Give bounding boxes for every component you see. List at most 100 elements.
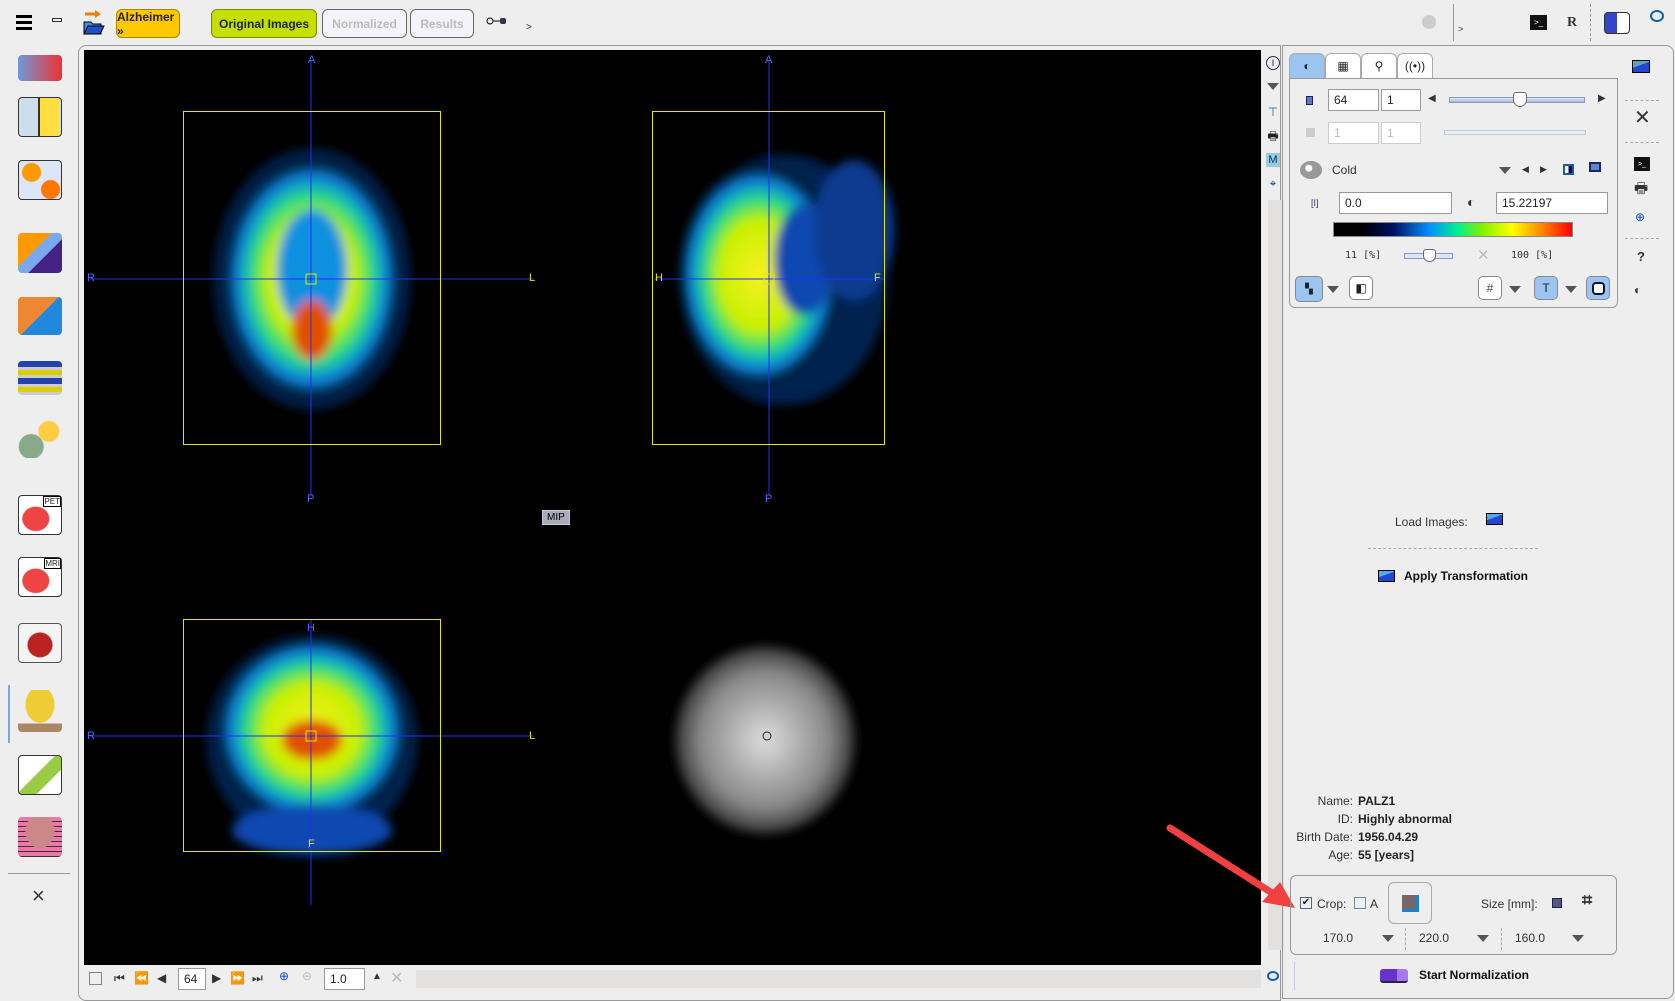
zoom-out-icon[interactable]: ⊖ [302,969,312,983]
stop-icon[interactable] [1422,15,1436,29]
zoom-up-icon[interactable]: ▲ [372,971,382,982]
r-console-icon[interactable]: R [1567,15,1577,31]
grid-dropdown-icon[interactable] [1509,286,1521,293]
fast-back-icon[interactable]: ⏪ [134,971,149,985]
size-x[interactable]: 170.0 [1323,931,1353,945]
apply-transformation-button[interactable]: Apply Transformation [1378,568,1558,586]
pet-cardiac-icon[interactable]: PET [18,495,62,535]
dropdown-icon[interactable] [1267,83,1279,90]
camera-icon[interactable] [1650,10,1664,22]
auto-checkbox[interactable] [1354,897,1366,909]
mri-cardiac-icon[interactable]: MRI [18,557,62,597]
text-dropdown-icon[interactable] [1565,286,1577,293]
3d-render-icon[interactable] [18,420,62,458]
tab-signal[interactable]: ((•)) [1397,53,1433,78]
crop-checkbox[interactable]: ✔ [1300,897,1312,909]
crop-preview-popup[interactable] [1388,882,1432,924]
shape-button[interactable] [1586,276,1610,300]
hamburger-menu-icon[interactable] [14,12,34,32]
size-color-icon[interactable] [1552,898,1562,908]
zoom-icon[interactable]: ⊕ [1635,210,1645,224]
mask-button[interactable]: ◧ [1349,276,1373,300]
start-normalization-button[interactable]: Start Normalization [1380,965,1540,987]
layout-dropdown-icon[interactable] [1327,286,1339,293]
slider-thumb[interactable] [1513,92,1527,107]
slice-field[interactable]: 64 [1328,89,1379,111]
max-value-field[interactable]: 15.22197 [1496,192,1608,214]
colorbar[interactable] [1333,222,1573,237]
slider-left-arrow[interactable]: ◀ [1428,93,1436,104]
segmentation-icon[interactable] [18,297,62,335]
grid-button[interactable]: # [1478,276,1502,300]
more-arrow[interactable]: > [526,22,532,33]
terminal-icon[interactable]: >_ [1530,15,1547,30]
network-icon[interactable]: ⊤ [1266,105,1280,119]
slider-right-arrow[interactable]: ▶ [1598,93,1606,104]
last-slice-icon[interactable]: ⏭ [252,971,263,986]
print-icon[interactable]: 🖶 [1634,178,1648,203]
image-viewer[interactable]: A P R L A P H F H F R L MIP [84,50,1261,965]
text-overlay-button[interactable]: T [1534,276,1558,300]
users-icon[interactable] [1604,12,1630,34]
reset-gamma-icon[interactable]: ✕ [1477,246,1490,264]
brain-stack-icon[interactable] [18,817,62,857]
gamma-slider[interactable] [1404,249,1453,262]
auto-scale-icon[interactable]: ◐ [1467,194,1475,210]
next-slice-icon[interactable]: ▶ [212,971,221,985]
tab-tools[interactable]: ⚲ [1361,53,1397,78]
crop-icon[interactable]: ⌗ [1582,890,1592,911]
data-layout-icon[interactable] [18,361,62,395]
colortable-name[interactable]: Cold [1332,163,1357,177]
fusion-icon[interactable] [18,233,62,273]
size-z[interactable]: 160.0 [1515,931,1545,945]
info-icon[interactable]: I [1266,56,1280,70]
invert-icon[interactable] [1563,164,1574,175]
contrast-icon[interactable]: ◐ [1634,283,1641,297]
fast-forward-icon[interactable]: ⏩ [230,971,245,985]
frame-field[interactable]: 1 [1381,89,1421,111]
slice-tool-icon[interactable] [18,755,62,795]
mip-badge[interactable]: MIP [542,510,570,525]
size-z-dropdown-icon[interactable] [1572,935,1584,942]
tab-results[interactable]: Results [410,9,474,38]
tab-color-adjust[interactable]: ◐ [1289,53,1325,78]
help-icon[interactable]: ? [1637,249,1645,264]
open-folder-icon[interactable] [1632,60,1650,73]
tab-layout[interactable]: ▦ [1325,53,1361,78]
open-folder-arrow-icon[interactable] [82,10,106,36]
checkbox[interactable] [89,972,102,985]
window-icon[interactable] [1589,162,1601,172]
coronal-bounding-box[interactable] [183,619,441,852]
layout-button[interactable]: ▚ [1295,276,1323,302]
size-y-dropdown-icon[interactable] [1477,935,1489,942]
next-colortable-icon[interactable]: ▶ [1540,164,1547,175]
tab-original-images[interactable]: Original Images [211,9,317,38]
workflow-button[interactable]: Alzheimer » [116,9,180,38]
brain-tool-icon[interactable] [18,690,62,732]
load-images-button[interactable] [1486,513,1503,525]
min-value-field[interactable]: 0.0 [1339,192,1452,214]
prev-slice-icon[interactable]: ◀ [157,971,166,985]
slice-slider[interactable] [1449,92,1585,107]
zoom-in-icon[interactable]: ⊕ [279,969,289,983]
slice-input[interactable]: 64 [178,968,206,990]
m-icon[interactable]: M [1266,153,1280,167]
minimize-icon[interactable] [52,18,62,22]
crosshair-icon[interactable]: ⌖ [1266,176,1280,190]
print-icon[interactable]: 🖶 [1266,129,1280,144]
palette-icon[interactable] [1300,161,1322,179]
more-arrow[interactable]: > [1458,24,1463,34]
size-x-dropdown-icon[interactable] [1382,935,1394,942]
import-icon[interactable] [18,55,62,81]
terminal-icon[interactable]: >_ [1634,157,1650,171]
size-y[interactable]: 220.0 [1419,931,1449,945]
first-slice-icon[interactable]: ⏮ [114,971,125,986]
colortable-dropdown-icon[interactable] [1499,167,1511,174]
zoom-input[interactable]: 1.0 [324,968,365,990]
tab-normalized[interactable]: Normalized [322,9,407,38]
camera-icon[interactable] [1267,971,1279,981]
close-views-icon[interactable]: ✕ [1634,105,1651,130]
heart-icon[interactable] [18,623,62,663]
sagittal-bounding-box[interactable] [652,111,885,445]
prev-colortable-icon[interactable]: ◀ [1522,164,1529,175]
